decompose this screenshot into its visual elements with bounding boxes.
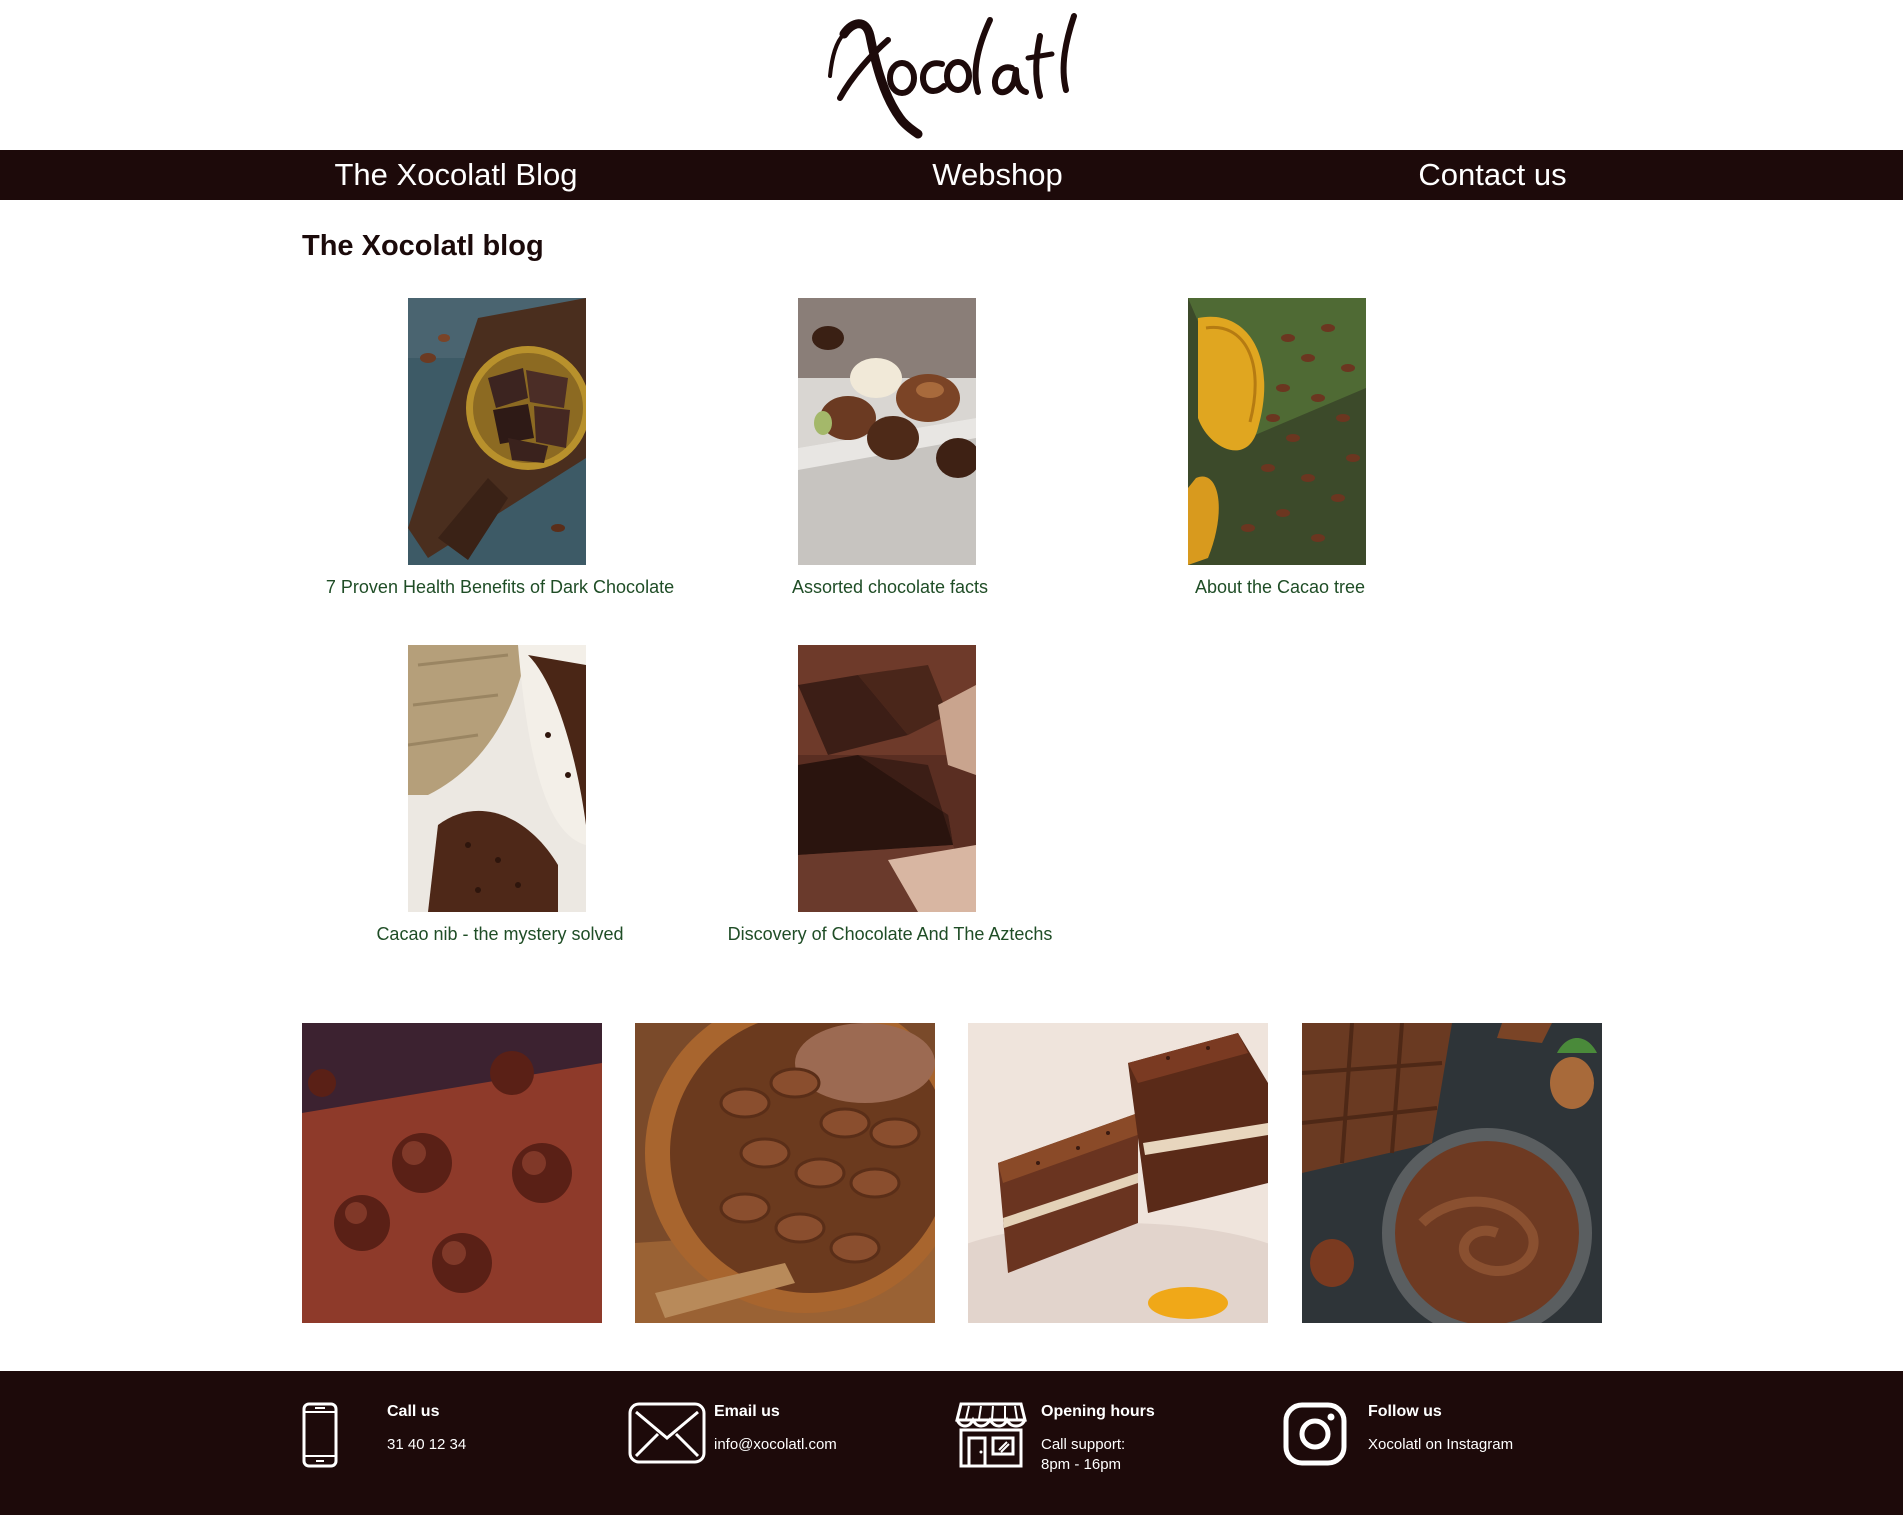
broken-chocolate-bar-image[interactable] bbox=[798, 645, 976, 912]
email-link[interactable]: info@xocolatl.com bbox=[714, 1435, 837, 1455]
blog-post-title[interactable]: Assorted chocolate facts bbox=[695, 577, 1085, 598]
envelope-icon bbox=[628, 1402, 706, 1464]
instagram-icon[interactable] bbox=[1283, 1402, 1347, 1466]
nav-webshop-link[interactable]: Webshop bbox=[905, 150, 1090, 200]
assorted-pralines-image[interactable] bbox=[798, 298, 976, 565]
header bbox=[0, 0, 1903, 150]
opening-hours-range: 8pm - 16pm bbox=[1041, 1456, 1122, 1473]
opening-hours-heading: Opening hours bbox=[1041, 1403, 1155, 1420]
call-support-label: Call support: bbox=[1041, 1436, 1126, 1453]
cacao-beans-bowl-photo bbox=[635, 1023, 935, 1323]
blog-post-card: Cacao nib - the mystery solved bbox=[305, 645, 695, 965]
instagram-link[interactable]: Xocolatl on Instagram bbox=[1368, 1435, 1513, 1455]
cocoa-truffles-photo bbox=[302, 1023, 602, 1323]
phone-number: 31 40 12 34 bbox=[387, 1436, 467, 1453]
email-address[interactable]: info@xocolatl.com bbox=[714, 1436, 837, 1453]
site-logo[interactable] bbox=[822, 6, 1078, 146]
call-us-heading: Call us bbox=[387, 1403, 440, 1420]
phone-icon bbox=[302, 1402, 338, 1468]
instagram-link-text[interactable]: Xocolatl on Instagram bbox=[1368, 1436, 1513, 1453]
chocolate-bar-spread-photo bbox=[1302, 1023, 1602, 1323]
blog-post-title[interactable]: Cacao nib - the mystery solved bbox=[305, 924, 695, 945]
blog-post-title[interactable]: Discovery of Chocolate And The Aztechs bbox=[695, 924, 1085, 945]
nav-blog-link[interactable]: The Xocolatl Blog bbox=[318, 150, 594, 200]
cacao-nibs-image[interactable] bbox=[408, 645, 586, 912]
xocolatl-logo-wordmark bbox=[828, 13, 1077, 139]
main-navigation: The Xocolatl Blog Webshop Contact us bbox=[0, 150, 1903, 200]
chocolate-cake-slice-photo bbox=[968, 1023, 1268, 1323]
page-title: The Xocolatl blog bbox=[302, 230, 544, 262]
store-icon bbox=[955, 1402, 1027, 1468]
blog-post-title[interactable]: About the Cacao tree bbox=[1085, 577, 1475, 598]
footer: Call us 31 40 12 34 Email us info@xocola… bbox=[0, 1371, 1903, 1515]
blog-post-card: About the Cacao tree bbox=[1085, 298, 1475, 618]
follow-us-heading: Follow us bbox=[1368, 1403, 1442, 1420]
blog-post-card: 7 Proven Health Benefits of Dark Chocola… bbox=[305, 298, 695, 618]
nav-contact-link[interactable]: Contact us bbox=[1400, 150, 1585, 200]
blog-post-title[interactable]: 7 Proven Health Benefits of Dark Chocola… bbox=[305, 577, 695, 598]
dark-chocolate-chunks-image[interactable] bbox=[408, 298, 586, 565]
opening-hours-text: Call support: 8pm - 16pm bbox=[1041, 1435, 1125, 1475]
email-us-heading: Email us bbox=[714, 1403, 780, 1420]
cacao-pod-image[interactable] bbox=[1188, 298, 1366, 565]
blog-post-card: Discovery of Chocolate And The Aztechs bbox=[695, 645, 1085, 965]
blog-post-card: Assorted chocolate facts bbox=[695, 298, 1085, 618]
